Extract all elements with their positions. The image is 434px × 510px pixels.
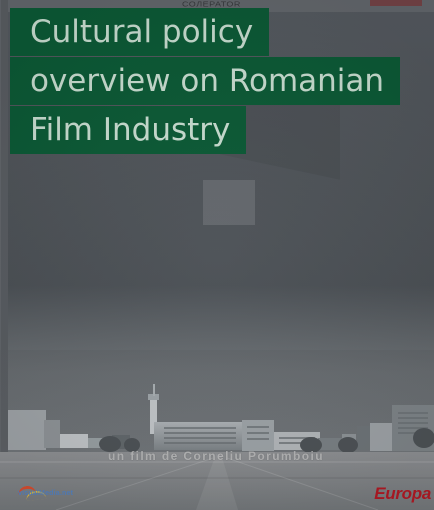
title-line-3: Film Industry bbox=[10, 106, 247, 154]
title-block: Cultural policy overview on Romanian Fil… bbox=[10, 8, 418, 154]
left-logo: visualMedia.net bbox=[17, 484, 80, 502]
title-line-2: overview on Romanian bbox=[10, 57, 401, 105]
poster-top-text: СОЛЕРАТОR bbox=[182, 0, 241, 8]
faint-square bbox=[203, 180, 255, 225]
europa-logo: Europa bbox=[374, 484, 431, 503]
poster-top-accent bbox=[370, 0, 422, 6]
left-logo-text: visualMedia.net bbox=[18, 490, 74, 497]
poster-card: СОЛЕРАТОR Cultural policy overview on Ro… bbox=[0, 0, 434, 510]
title-line-1: Cultural policy bbox=[10, 8, 270, 56]
film-credit-text: un film de Corneliu Porumboiu bbox=[108, 449, 324, 463]
